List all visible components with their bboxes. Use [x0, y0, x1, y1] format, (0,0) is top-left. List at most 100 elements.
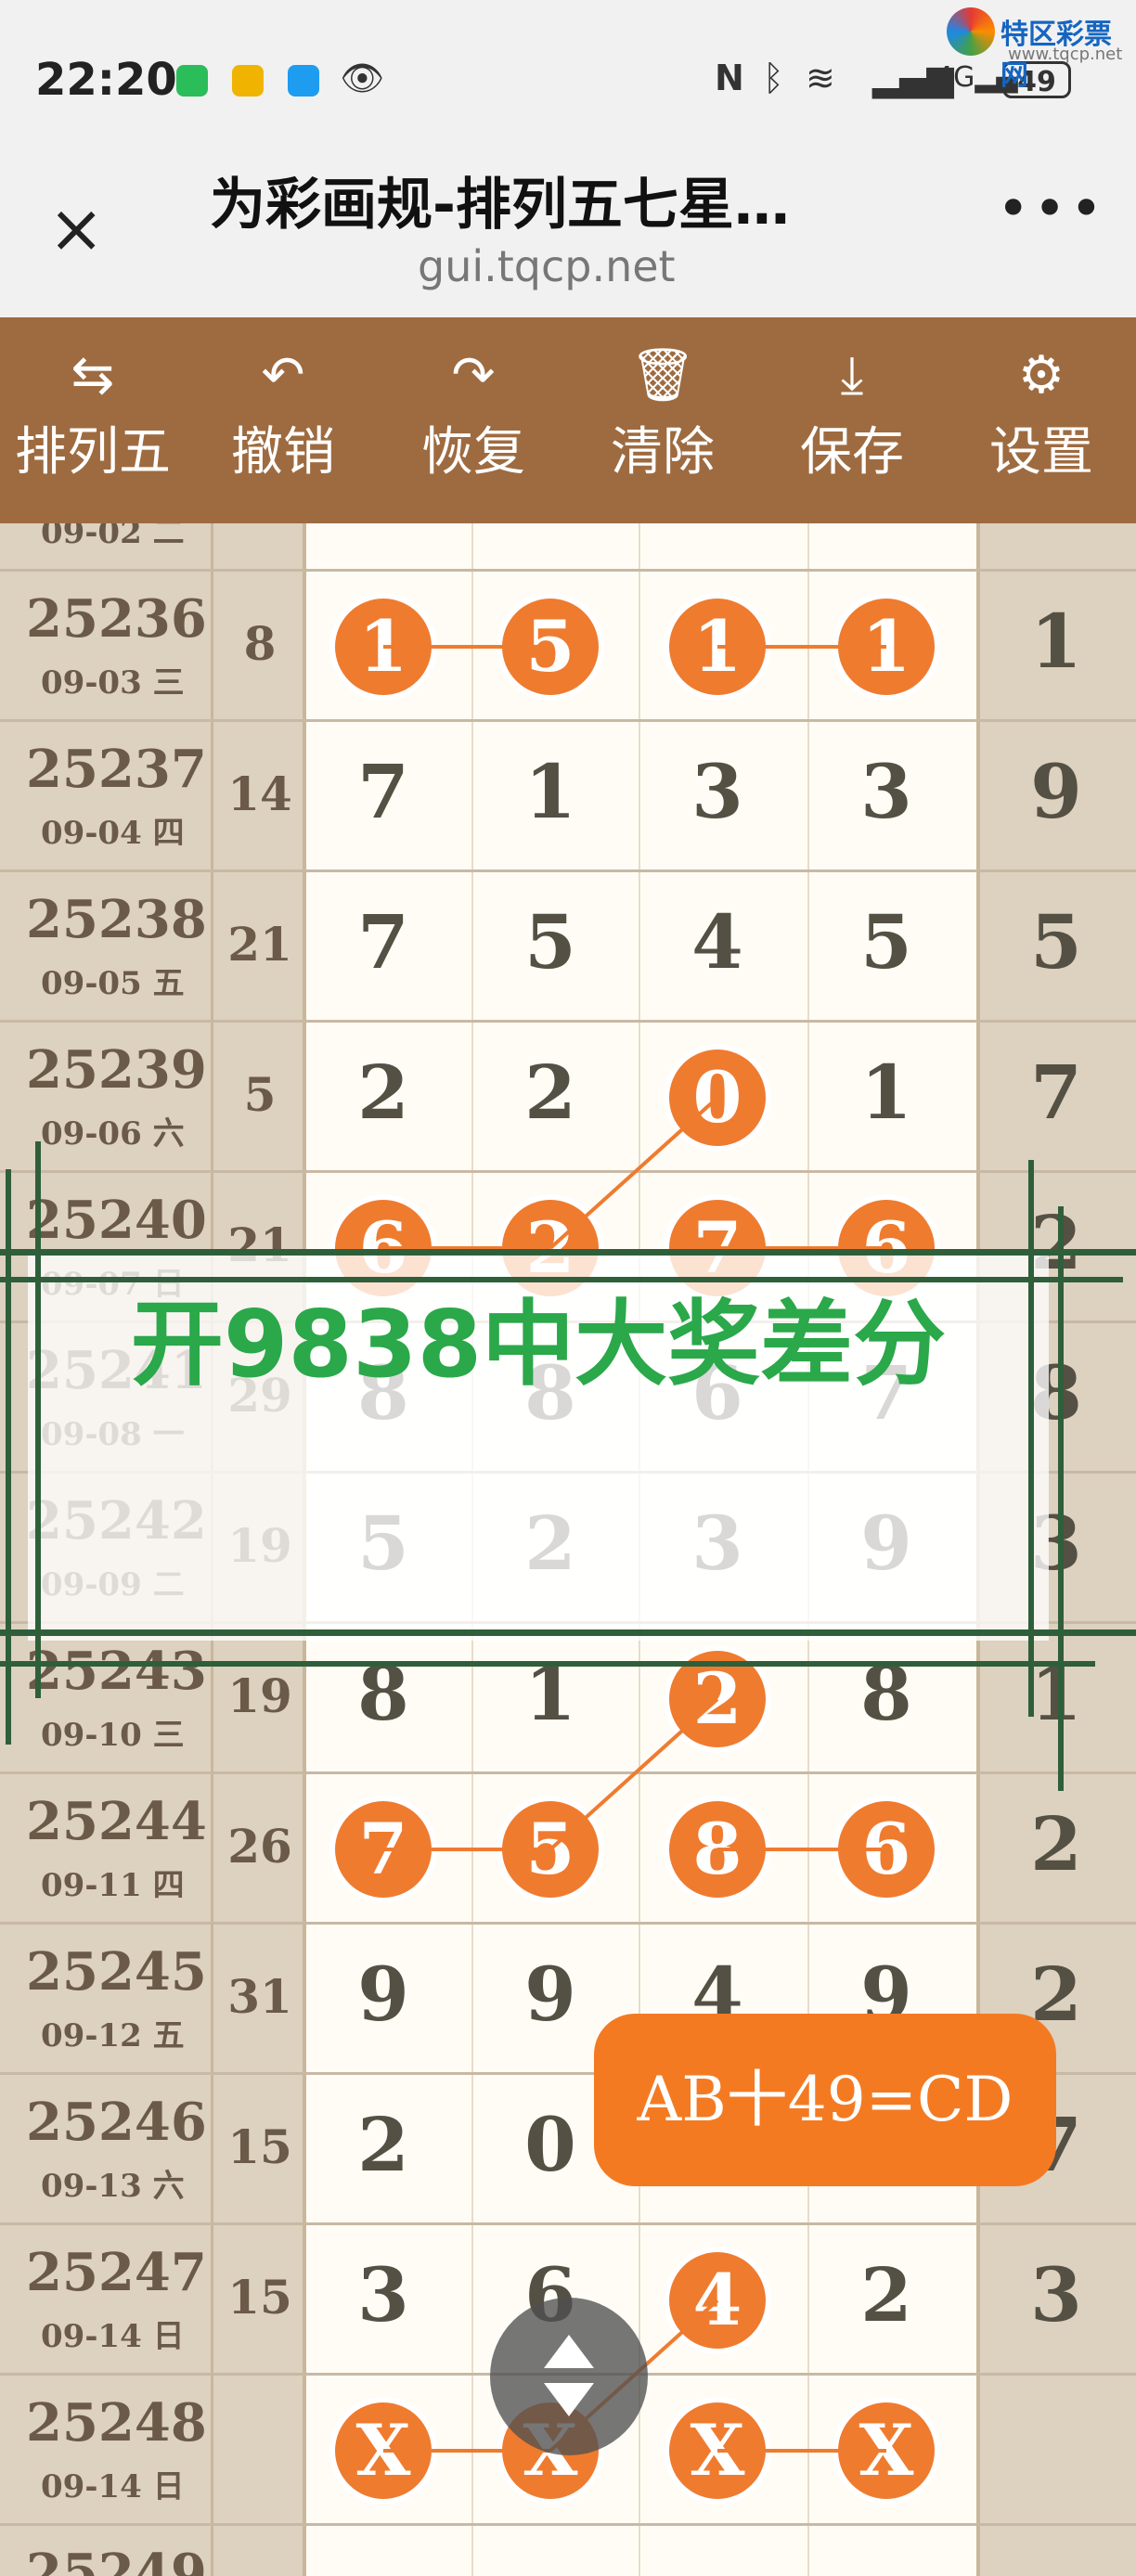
sum-value: 15 — [227, 2119, 292, 2174]
digit-value[interactable]: 2 — [337, 1049, 430, 1136]
digit-value[interactable]: 2 — [504, 1049, 597, 1136]
issue-date: 09-11 四 — [41, 1867, 185, 1904]
column-divider — [807, 2526, 809, 2576]
last-digit: 9 — [1030, 748, 1082, 835]
column-divider — [471, 1023, 473, 1170]
close-icon[interactable]: × — [48, 195, 104, 262]
highlighted-digit-ball[interactable]: 7 — [335, 1801, 432, 1898]
digit-value[interactable]: 1 — [504, 748, 597, 835]
issue-number: 25236 — [26, 588, 207, 650]
table-row: 25249 — [0, 2526, 1136, 2576]
column-divider — [639, 572, 640, 719]
clock: 22:20 — [35, 54, 177, 106]
toolbar-item-settings[interactable]: ⚙ 设置 — [958, 345, 1125, 485]
digit-value[interactable]: 1 — [840, 1049, 933, 1136]
issue-date: 09-12 五 — [41, 2017, 185, 2054]
sum-value: 5 — [243, 1067, 277, 1122]
toolbar-item-redo[interactable]: ↷ 恢复 — [390, 345, 557, 485]
issue-number: 25239 — [26, 1039, 207, 1101]
column-divider — [471, 2075, 473, 2222]
column-divider — [807, 572, 809, 719]
highlighted-digit-ball[interactable]: 1 — [669, 599, 766, 695]
issue-number: 25238 — [26, 889, 207, 950]
eye-icon: 👁 — [340, 58, 385, 98]
highlighted-digit-ball[interactable]: 8 — [669, 1801, 766, 1898]
table-row: 25238 09-05 五 21 5 7 5 4 5 — [0, 872, 1136, 1023]
caption-text: 开9838中大奖差分 — [130, 1290, 947, 1398]
wifi-icon: ≋ — [806, 58, 835, 98]
column-divider — [807, 1774, 809, 1922]
toolbar-item-clear[interactable]: 🗑 清除 — [579, 345, 746, 485]
scroll-toggle-button[interactable] — [490, 2298, 648, 2455]
page-url: gui.tqcp.net — [418, 241, 676, 291]
more-menu-icon[interactable]: ••• — [997, 176, 1106, 241]
frame-line — [0, 1661, 1095, 1667]
highlighted-digit-ball[interactable]: 5 — [502, 1801, 599, 1898]
table-row: 25244 09-11 四 26 2 7 5 8 6 — [0, 1774, 1136, 1925]
issue-date: 09-14 日 — [41, 2468, 185, 2505]
toolbar-label: 排列五 — [15, 422, 171, 483]
highlighted-digit-ball[interactable]: X — [838, 2402, 935, 2499]
status-bar: 22:20 👁 N ᛒ ≋ ▂▄▆ 4G▂▄ 49 特区彩票网 www.tqcp… — [0, 0, 1136, 158]
formula-badge[interactable]: AB十49=CD — [594, 2014, 1056, 2186]
frame-line — [1058, 1206, 1064, 1791]
highlighted-digit-ball[interactable]: 0 — [669, 1050, 766, 1146]
digit-value[interactable]: 4 — [671, 898, 764, 985]
sum-cell — [213, 2526, 306, 2576]
digit-value[interactable]: 9 — [504, 1951, 597, 2038]
digit-value[interactable]: 2 — [840, 2251, 933, 2338]
redo-icon: ↷ — [451, 345, 496, 406]
last-digit: 2 — [1030, 1800, 1082, 1887]
toolbar-item-lottery-type[interactable]: ⇆ 排列五 — [9, 345, 176, 485]
digit-value[interactable]: 7 — [337, 898, 430, 985]
last-digit: 5 — [1030, 898, 1082, 985]
highlighted-digit-ball[interactable]: 4 — [669, 2252, 766, 2349]
sum-value: 19 — [227, 1668, 292, 1723]
digit-value[interactable]: 3 — [337, 2251, 430, 2338]
last-digit-cell — [976, 2376, 1136, 2523]
digit-value[interactable]: 3 — [671, 748, 764, 835]
toolbar: ⇆ 排列五 ↶ 撤销 ↷ 恢复 🗑 清除 ⤓ 保存 ⚙ 设置 — [0, 317, 1136, 523]
column-divider — [471, 2526, 473, 2576]
frame-line — [0, 1629, 1136, 1636]
digit-value[interactable]: 0 — [504, 2101, 597, 2188]
wechat-icon — [176, 65, 208, 97]
digit-value[interactable]: 5 — [840, 898, 933, 985]
frame-line — [35, 1141, 41, 1698]
highlighted-digit-ball[interactable]: X — [669, 2402, 766, 2499]
toolbar-label: 撤销 — [231, 422, 335, 483]
column-divider — [471, 872, 473, 1020]
highlighted-digit-ball[interactable]: X — [335, 2402, 432, 2499]
digit-value[interactable]: 9 — [337, 1951, 430, 2038]
highlighted-digit-ball[interactable]: 5 — [502, 599, 599, 695]
table-row: 25243 09-10 三 19 1 8 1 2 8 — [0, 1624, 1136, 1774]
column-divider — [639, 1023, 640, 1170]
watermark-url: www.tqcp.net — [1008, 45, 1123, 64]
column-divider — [471, 1925, 473, 2072]
toolbar-label: 恢复 — [421, 422, 525, 483]
toolbar-item-undo[interactable]: ↶ 撤销 — [200, 345, 367, 485]
frame-line — [6, 1169, 11, 1745]
message-icon — [288, 65, 319, 97]
issue-number: 25246 — [26, 2092, 207, 2153]
column-divider — [807, 1624, 809, 1771]
digits-cell — [306, 2526, 976, 2576]
toolbar-label: 清除 — [611, 422, 715, 483]
digit-value[interactable]: 2 — [337, 2101, 430, 2188]
digit-value[interactable]: 5 — [504, 898, 597, 985]
highlighted-digit-ball[interactable]: 1 — [838, 599, 935, 695]
sum-value: 26 — [227, 1819, 292, 1874]
column-divider — [807, 523, 809, 569]
issue-number: 25237 — [26, 739, 207, 800]
highlighted-digit-ball[interactable]: 6 — [838, 1801, 935, 1898]
column-divider — [471, 2225, 473, 2373]
digit-value[interactable]: 7 — [337, 748, 430, 835]
issue-date: 09-04 四 — [41, 815, 185, 852]
digit-value[interactable]: 3 — [840, 748, 933, 835]
issue-number: 25244 — [26, 1791, 207, 1852]
toolbar-item-save[interactable]: ⤓ 保存 — [768, 345, 936, 485]
issue-number: 25240 — [26, 1190, 207, 1251]
issue-date: 09-05 五 — [41, 965, 185, 1002]
sum-value: 14 — [227, 766, 292, 821]
highlighted-digit-ball[interactable]: 1 — [335, 599, 432, 695]
